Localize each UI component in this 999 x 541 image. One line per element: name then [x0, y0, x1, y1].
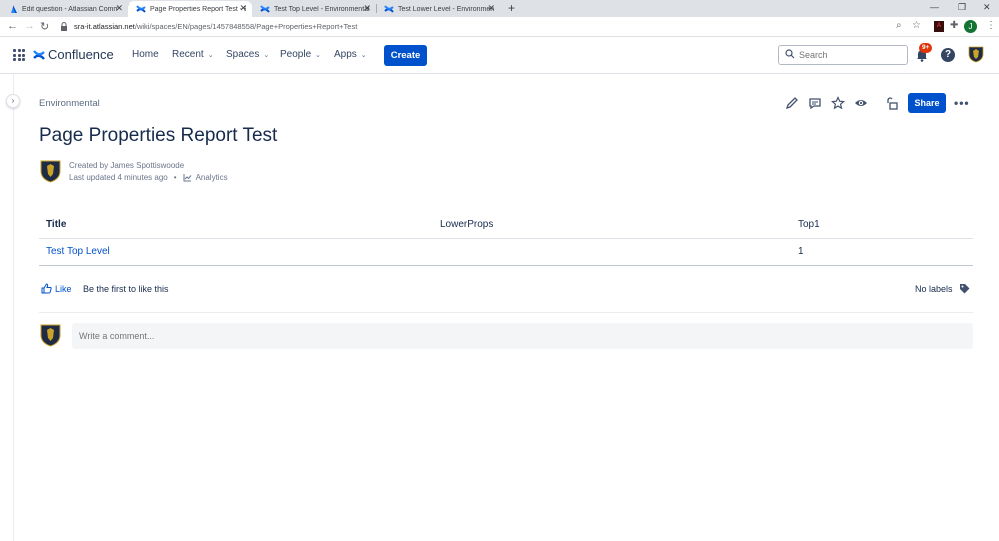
like-button[interactable]: Like	[41, 283, 72, 294]
labels-text: No labels	[915, 284, 953, 294]
close-icon[interactable]: ✕	[239, 3, 247, 14]
address-bar[interactable]: sra-it.atlassian.net/wiki/spaces/EN/page…	[74, 22, 357, 31]
browser-tab-4[interactable]: Test Lower Level - Environmental ✕	[376, 1, 500, 17]
extensions-icon[interactable]: ✚	[950, 20, 958, 31]
chevron-down-icon: ⌄	[263, 51, 270, 59]
browser-tab-1[interactable]: Edit question - Atlassian Commu ✕	[0, 1, 128, 17]
close-icon[interactable]: ✕	[363, 3, 371, 14]
browser-tab-3[interactable]: Test Top Level - Environmental - ✕	[252, 1, 376, 17]
author-avatar[interactable]	[40, 160, 61, 183]
last-updated: Last updated 4 minutes ago • Analytics	[69, 173, 228, 182]
search-icon	[785, 49, 795, 59]
star-icon[interactable]	[831, 96, 845, 110]
tab-title: Edit question - Atlassian Commu	[22, 5, 118, 13]
lock-icon	[61, 22, 67, 31]
back-icon[interactable]: ←	[7, 20, 18, 32]
created-by: Created by James Spottiswoode	[69, 161, 185, 170]
url-path: /wiki/spaces/EN/pages/1457848558/Page+Pr…	[134, 22, 358, 31]
comment-icon[interactable]	[808, 96, 822, 110]
table-cell: 1	[791, 238, 973, 266]
column-header-title[interactable]: Title	[39, 211, 433, 239]
thumbs-up-icon	[41, 283, 52, 294]
like-prompt: Be the first to like this	[83, 284, 169, 294]
create-button[interactable]: Create	[384, 45, 427, 66]
comment-input[interactable]	[79, 329, 959, 343]
nav-home[interactable]: Home	[132, 49, 159, 60]
bookmark-star-icon[interactable]: ☆	[912, 20, 921, 31]
confluence-icon	[384, 5, 394, 13]
comment-box[interactable]	[72, 323, 973, 349]
minimize-icon[interactable]: —	[930, 2, 939, 12]
page-link[interactable]: Test Top Level	[39, 238, 433, 266]
page-title: Page Properties Report Test	[39, 125, 278, 146]
tab-title: Page Properties Report Test - En	[150, 5, 246, 13]
new-tab-icon[interactable]: +	[508, 1, 515, 15]
browser-tab-strip: Edit question - Atlassian Commu ✕ Page P…	[0, 0, 999, 17]
chevron-down-icon: ⌄	[360, 51, 367, 59]
page-properties-report-table: Title LowerProps Top1 Test Top Level 1	[39, 211, 973, 266]
close-icon[interactable]: ✕	[115, 3, 123, 14]
zoom-icon[interactable]: ⌕	[896, 20, 902, 31]
browser-toolbar: ← → ↻ sra-it.atlassian.net/wiki/spaces/E…	[0, 17, 999, 37]
nav-label: Home	[132, 49, 159, 60]
user-avatar[interactable]	[968, 46, 984, 63]
forward-icon[interactable]: →	[24, 20, 35, 32]
nav-label: People	[280, 49, 312, 60]
app-switcher-icon[interactable]	[13, 49, 25, 61]
tab-title: Test Top Level - Environmental -	[274, 5, 370, 13]
chevron-down-icon: ⌄	[207, 51, 214, 59]
nav-people[interactable]: People ⌄	[280, 49, 321, 60]
window-close-icon[interactable]: ✕	[983, 2, 991, 13]
tab-title: Test Lower Level - Environmental	[398, 5, 494, 13]
table-cell	[433, 238, 791, 266]
notification-badge: 9+	[919, 43, 933, 53]
column-header-lowerprops[interactable]: LowerProps	[433, 211, 791, 239]
edit-pencil-icon[interactable]	[785, 96, 799, 110]
atlassian-icon	[11, 5, 17, 13]
help-icon[interactable]: ?	[941, 48, 955, 62]
search-box[interactable]	[778, 45, 908, 65]
expand-sidebar-button[interactable]: ›	[6, 94, 20, 108]
column-header-top1[interactable]: Top1	[791, 211, 973, 239]
url-host: sra-it.atlassian.net	[74, 22, 135, 31]
nav-label: Spaces	[226, 49, 260, 60]
close-icon[interactable]: ✕	[487, 3, 495, 14]
breadcrumb[interactable]: Environmental	[39, 98, 100, 109]
nav-spaces[interactable]: Spaces ⌄	[226, 49, 269, 60]
browser-menu-icon[interactable]: ⋮	[986, 20, 996, 31]
watch-eye-icon[interactable]	[854, 96, 868, 110]
more-actions-icon[interactable]: •••	[954, 96, 970, 110]
last-updated-text: Last updated 4 minutes ago	[69, 173, 168, 182]
restrictions-unlock-icon[interactable]	[885, 96, 899, 110]
restore-icon[interactable]: ❐	[958, 2, 966, 13]
share-button[interactable]: Share	[908, 93, 946, 113]
pdf-extension-icon[interactable]: A	[934, 21, 944, 32]
chevron-down-icon: ⌄	[315, 51, 322, 59]
product-name: Confluence	[48, 47, 114, 62]
confluence-header: Confluence Home Recent ⌄ Spaces ⌄ People ⌄ …	[0, 37, 999, 74]
analytics-icon	[183, 174, 191, 182]
nav-label: Apps	[334, 49, 357, 60]
commenter-avatar	[40, 324, 61, 347]
profile-avatar[interactable]: J	[964, 20, 977, 33]
nav-recent[interactable]: Recent ⌄	[172, 49, 214, 60]
section-divider	[39, 312, 973, 313]
confluence-icon	[260, 5, 270, 13]
confluence-icon	[33, 49, 45, 60]
table-row: Test Top Level 1	[39, 238, 973, 266]
nav-apps[interactable]: Apps ⌄	[334, 49, 367, 60]
search-input[interactable]	[799, 48, 899, 62]
nav-label: Recent	[172, 49, 204, 60]
browser-tab-2[interactable]: Page Properties Report Test - En ✕	[128, 1, 252, 17]
analytics-link[interactable]: Analytics	[196, 173, 228, 182]
sidebar-divider	[13, 74, 14, 541]
like-label: Like	[55, 283, 72, 294]
confluence-icon	[136, 5, 146, 13]
label-tag-icon[interactable]	[959, 283, 970, 294]
table-header-row: Title LowerProps Top1	[39, 211, 973, 239]
separator-dot: •	[173, 173, 177, 182]
confluence-logo[interactable]: Confluence	[33, 47, 114, 62]
reload-icon[interactable]: ↻	[40, 20, 49, 33]
